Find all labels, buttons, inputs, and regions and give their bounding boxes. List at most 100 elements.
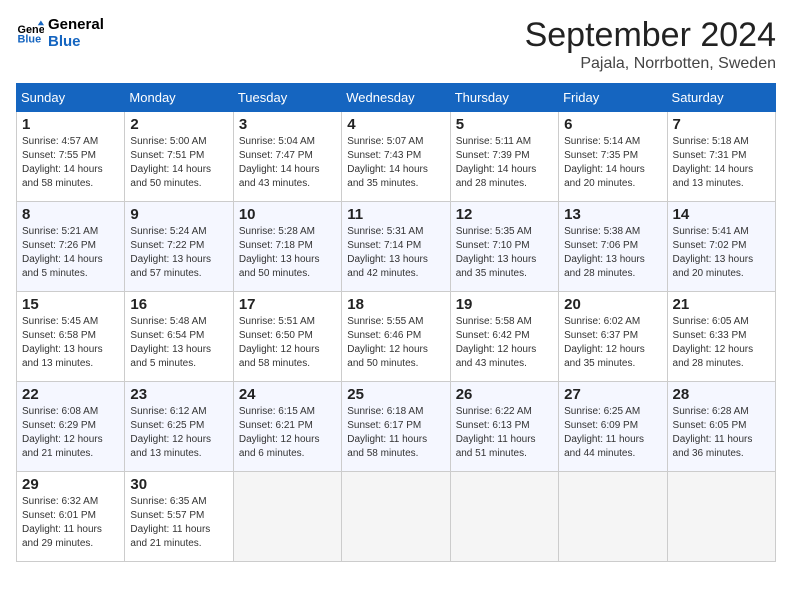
calendar-cell xyxy=(342,472,450,562)
col-monday: Monday xyxy=(125,84,233,112)
day-number: 23 xyxy=(130,386,227,403)
day-info: Sunrise: 6:02 AM Sunset: 6:37 PM Dayligh… xyxy=(564,315,661,371)
calendar-cell: 21 Sunrise: 6:05 AM Sunset: 6:33 PM Dayli… xyxy=(667,292,775,382)
day-info: Sunrise: 5:58 AM Sunset: 6:42 PM Dayligh… xyxy=(456,315,553,371)
calendar-cell: 11Sunrise: 5:31 AM Sunset: 7:14 PM Dayli… xyxy=(342,202,450,292)
day-info: Sunrise: 5:51 AM Sunset: 6:50 PM Dayligh… xyxy=(239,315,336,371)
day-info: Sunrise: 5:48 AM Sunset: 6:54 PM Dayligh… xyxy=(130,315,227,371)
logo-icon: General Blue xyxy=(16,19,44,47)
calendar-cell: 12 Sunrise: 5:35 AM Sunset: 7:10 PM Dayli… xyxy=(450,202,558,292)
day-info: Sunrise: 6:12 AM Sunset: 6:25 PM Dayligh… xyxy=(130,405,227,461)
day-info: Sunrise: 6:18 AM Sunset: 6:17 PM Dayligh… xyxy=(347,405,444,461)
day-number: 1 xyxy=(22,116,119,133)
day-number: 8 xyxy=(22,206,119,223)
day-number: 12 xyxy=(456,206,553,223)
calendar-cell xyxy=(667,472,775,562)
day-info: Sunrise: 5:28 AM Sunset: 7:18 PM Dayligh… xyxy=(239,225,336,281)
calendar-cell: 18 Sunrise: 5:55 AM Sunset: 6:46 PM Dayli… xyxy=(342,292,450,382)
day-info: Sunrise: 6:28 AM Sunset: 6:05 PM Dayligh… xyxy=(673,405,770,461)
day-number: 14 xyxy=(673,206,770,223)
day-number: 18 xyxy=(347,296,444,313)
day-info: Sunrise: 6:22 AM Sunset: 6:13 PM Dayligh… xyxy=(456,405,553,461)
day-number: 20 xyxy=(564,296,661,313)
calendar-cell xyxy=(450,472,558,562)
calendar-cell: 5Sunrise: 5:11 AM Sunset: 7:39 PM Daylig… xyxy=(450,112,558,202)
calendar-week-row: 1 Sunrise: 4:57 AM Sunset: 7:55 PM Daylig… xyxy=(17,112,776,202)
day-info: Sunrise: 4:57 AM Sunset: 7:55 PM Dayligh… xyxy=(22,135,119,191)
page-header: General Blue General Blue September 2024… xyxy=(16,16,776,73)
calendar-cell: 17 Sunrise: 5:51 AM Sunset: 6:50 PM Dayli… xyxy=(233,292,341,382)
calendar-cell: 8 Sunrise: 5:21 AM Sunset: 7:26 PM Daylig… xyxy=(17,202,125,292)
day-number: 22 xyxy=(22,386,119,403)
calendar-cell: 3Sunrise: 5:04 AM Sunset: 7:47 PM Daylig… xyxy=(233,112,341,202)
calendar-cell: 23 Sunrise: 6:12 AM Sunset: 6:25 PM Dayli… xyxy=(125,382,233,472)
calendar-cell: 6 Sunrise: 5:14 AM Sunset: 7:35 PM Daylig… xyxy=(559,112,667,202)
col-thursday: Thursday xyxy=(450,84,558,112)
calendar-cell: 29 Sunrise: 6:32 AM Sunset: 6:01 PM Dayli… xyxy=(17,472,125,562)
col-wednesday: Wednesday xyxy=(342,84,450,112)
month-title: September 2024 xyxy=(525,16,776,55)
day-number: 16 xyxy=(130,296,227,313)
svg-text:Blue: Blue xyxy=(18,33,42,45)
day-number: 3 xyxy=(239,116,336,133)
day-number: 28 xyxy=(673,386,770,403)
calendar-cell: 30 Sunrise: 6:35 AM Sunset: 5:57 PM Dayli… xyxy=(125,472,233,562)
calendar-cell: 9Sunrise: 5:24 AM Sunset: 7:22 PM Daylig… xyxy=(125,202,233,292)
location-subtitle: Pajala, Norrbotten, Sweden xyxy=(525,55,776,73)
logo: General Blue General Blue xyxy=(16,16,104,50)
calendar-cell xyxy=(559,472,667,562)
calendar-cell: 4 Sunrise: 5:07 AM Sunset: 7:43 PM Daylig… xyxy=(342,112,450,202)
calendar-cell: 25 Sunrise: 6:18 AM Sunset: 6:17 PM Dayli… xyxy=(342,382,450,472)
day-number: 10 xyxy=(239,206,336,223)
day-number: 7 xyxy=(673,116,770,133)
day-number: 15 xyxy=(22,296,119,313)
day-number: 21 xyxy=(673,296,770,313)
day-info: Sunrise: 6:25 AM Sunset: 6:09 PM Dayligh… xyxy=(564,405,661,461)
col-saturday: Saturday xyxy=(667,84,775,112)
day-info: Sunrise: 6:32 AM Sunset: 6:01 PM Dayligh… xyxy=(22,495,119,551)
day-number: 24 xyxy=(239,386,336,403)
day-info: Sunrise: 5:07 AM Sunset: 7:43 PM Dayligh… xyxy=(347,135,444,191)
day-number: 4 xyxy=(347,116,444,133)
day-number: 6 xyxy=(564,116,661,133)
day-number: 29 xyxy=(22,476,119,493)
calendar-week-row: 22Sunrise: 6:08 AM Sunset: 6:29 PM Dayli… xyxy=(17,382,776,472)
calendar-cell: 14Sunrise: 5:41 AM Sunset: 7:02 PM Dayli… xyxy=(667,202,775,292)
day-number: 30 xyxy=(130,476,227,493)
logo-blue: Blue xyxy=(48,33,104,50)
calendar-cell: 19Sunrise: 5:58 AM Sunset: 6:42 PM Dayli… xyxy=(450,292,558,382)
col-friday: Friday xyxy=(559,84,667,112)
day-number: 9 xyxy=(130,206,227,223)
day-info: Sunrise: 5:55 AM Sunset: 6:46 PM Dayligh… xyxy=(347,315,444,371)
calendar-cell: 28 Sunrise: 6:28 AM Sunset: 6:05 PM Dayli… xyxy=(667,382,775,472)
calendar-cell: 2 Sunrise: 5:00 AM Sunset: 7:51 PM Daylig… xyxy=(125,112,233,202)
day-number: 26 xyxy=(456,386,553,403)
day-info: Sunrise: 5:18 AM Sunset: 7:31 PM Dayligh… xyxy=(673,135,770,191)
day-info: Sunrise: 6:05 AM Sunset: 6:33 PM Dayligh… xyxy=(673,315,770,371)
calendar-cell: 16 Sunrise: 5:48 AM Sunset: 6:54 PM Dayli… xyxy=(125,292,233,382)
calendar-cell: 22Sunrise: 6:08 AM Sunset: 6:29 PM Dayli… xyxy=(17,382,125,472)
day-info: Sunrise: 6:35 AM Sunset: 5:57 PM Dayligh… xyxy=(130,495,227,551)
calendar-cell: 10 Sunrise: 5:28 AM Sunset: 7:18 PM Dayli… xyxy=(233,202,341,292)
day-info: Sunrise: 5:35 AM Sunset: 7:10 PM Dayligh… xyxy=(456,225,553,281)
calendar-cell: 13 Sunrise: 5:38 AM Sunset: 7:06 PM Dayli… xyxy=(559,202,667,292)
day-info: Sunrise: 5:14 AM Sunset: 7:35 PM Dayligh… xyxy=(564,135,661,191)
day-number: 11 xyxy=(347,206,444,223)
calendar-cell: 20 Sunrise: 6:02 AM Sunset: 6:37 PM Dayli… xyxy=(559,292,667,382)
day-info: Sunrise: 5:00 AM Sunset: 7:51 PM Dayligh… xyxy=(130,135,227,191)
logo-general: General xyxy=(48,16,104,33)
calendar-cell: 7 Sunrise: 5:18 AM Sunset: 7:31 PM Daylig… xyxy=(667,112,775,202)
calendar-cell: 1 Sunrise: 4:57 AM Sunset: 7:55 PM Daylig… xyxy=(17,112,125,202)
calendar-week-row: 8 Sunrise: 5:21 AM Sunset: 7:26 PM Daylig… xyxy=(17,202,776,292)
calendar-cell: 26 Sunrise: 6:22 AM Sunset: 6:13 PM Dayli… xyxy=(450,382,558,472)
day-info: Sunrise: 5:38 AM Sunset: 7:06 PM Dayligh… xyxy=(564,225,661,281)
day-number: 2 xyxy=(130,116,227,133)
col-tuesday: Tuesday xyxy=(233,84,341,112)
day-number: 25 xyxy=(347,386,444,403)
calendar-week-row: 29 Sunrise: 6:32 AM Sunset: 6:01 PM Dayli… xyxy=(17,472,776,562)
day-number: 13 xyxy=(564,206,661,223)
day-number: 27 xyxy=(564,386,661,403)
calendar-cell: 24Sunrise: 6:15 AM Sunset: 6:21 PM Dayli… xyxy=(233,382,341,472)
day-number: 17 xyxy=(239,296,336,313)
day-info: Sunrise: 5:21 AM Sunset: 7:26 PM Dayligh… xyxy=(22,225,119,281)
